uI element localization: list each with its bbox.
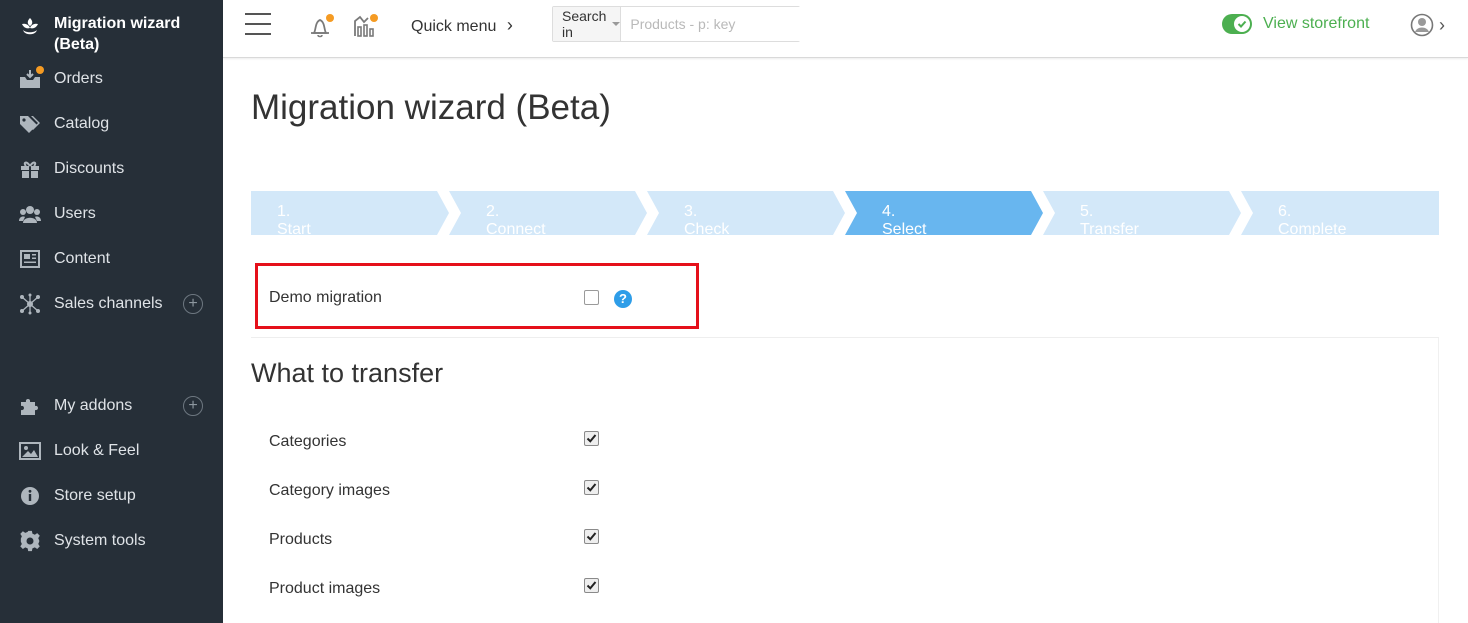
products-checkbox[interactable]	[584, 529, 599, 544]
notification-dot	[370, 14, 378, 22]
sidebar-item-label: Orders	[54, 70, 103, 87]
user-menu[interactable]: ›	[1410, 13, 1445, 37]
hamburger-menu-icon[interactable]	[245, 13, 271, 35]
gift-icon	[19, 158, 41, 180]
network-icon	[19, 293, 41, 315]
transfer-item-label: Categories	[269, 433, 347, 450]
topbar: Quick menu › Search in View storefront ›	[223, 0, 1468, 58]
transfer-row-categories: Categories	[251, 427, 1439, 457]
sidebar-header[interactable]: Migration wizard (Beta)	[0, 0, 223, 58]
step-label: 6. Complete	[1278, 203, 1347, 238]
what-to-transfer-title: What to transfer	[251, 358, 444, 388]
transfer-row-product-images: Product images	[251, 574, 1439, 604]
checkmark-icon	[586, 532, 597, 541]
transfer-item-label: Category images	[269, 482, 390, 499]
notification-dot	[326, 14, 334, 22]
sidebar-item-orders[interactable]: Orders	[0, 62, 223, 96]
categories-checkbox[interactable]	[584, 431, 599, 446]
demo-migration-row: Demo migration ?	[251, 262, 1439, 338]
demo-migration-checkbox[interactable]	[584, 290, 599, 305]
search-box: Search in	[552, 6, 812, 42]
tag-icon	[19, 113, 41, 135]
transfer-row-products: Products	[251, 525, 1439, 555]
transfer-item-label: Products	[269, 531, 333, 548]
sidebar-item-my-addons[interactable]: My addons +	[0, 389, 223, 423]
gear-icon	[19, 530, 41, 552]
users-icon	[19, 203, 41, 225]
notification-dot	[36, 66, 44, 74]
sidebar-item-label: My addons	[54, 397, 133, 414]
search-in-label: Search in	[562, 8, 607, 40]
add-sales-channel-button[interactable]: +	[183, 294, 203, 314]
sidebar-item-label: System tools	[54, 532, 146, 549]
chevron-right-icon: ›	[506, 15, 513, 35]
storefront-toggle[interactable]	[1222, 14, 1252, 34]
search-in-dropdown[interactable]: Search in	[553, 7, 622, 41]
category-images-checkbox[interactable]	[584, 480, 599, 495]
sidebar-item-label: Look & Feel	[54, 442, 140, 459]
sidebar-item-look-feel[interactable]: Look & Feel	[0, 434, 223, 468]
step-label: 2. Connect	[486, 203, 546, 238]
sidebar-title: Migration wizard (Beta)	[54, 15, 181, 53]
store-activity-icon[interactable]	[352, 13, 378, 39]
transfer-item-label: Product images	[269, 580, 381, 597]
wizard-steps: 1. Start 2. Connect 3. Check 4. Select 5…	[251, 191, 1439, 238]
caret-down-icon	[612, 22, 621, 26]
sidebar-item-label: Store setup	[54, 487, 136, 504]
sidebar-item-label: Catalog	[54, 115, 110, 132]
sidebar-item-catalog[interactable]: Catalog	[0, 107, 223, 141]
view-storefront-label: View storefront	[1263, 15, 1370, 32]
transfer-row-category-images: Category images	[251, 476, 1439, 506]
step-label: 1. Start	[277, 203, 311, 238]
page-title: Migration wizard (Beta)	[251, 88, 611, 127]
chevron-right-icon: ›	[1439, 14, 1445, 35]
sidebar: Migration wizard (Beta) Orders Catalog D…	[0, 0, 223, 623]
step-label: 4. Select	[882, 203, 927, 238]
puzzle-icon	[19, 395, 41, 417]
sidebar-item-discounts[interactable]: Discounts	[0, 152, 223, 186]
newspaper-icon	[19, 248, 41, 270]
image-icon	[19, 440, 41, 462]
logo-icon	[22, 18, 38, 35]
product-images-checkbox[interactable]	[584, 578, 599, 593]
step-label: 3. Check	[684, 203, 730, 238]
step-label: 5. Transfer	[1080, 203, 1139, 238]
sidebar-item-system-tools[interactable]: System tools	[0, 524, 223, 558]
bell-icon[interactable]	[308, 13, 334, 39]
divider	[1438, 338, 1439, 623]
checkmark-icon	[586, 483, 597, 492]
quick-menu-label: Quick menu	[411, 18, 497, 35]
user-avatar-icon	[1410, 13, 1434, 37]
sidebar-item-label: Sales channels	[54, 295, 163, 312]
add-addon-button[interactable]: +	[183, 396, 203, 416]
checkmark-icon	[586, 434, 597, 443]
sidebar-item-store-setup[interactable]: Store setup	[0, 479, 223, 513]
info-icon	[19, 485, 41, 507]
check-icon	[1234, 16, 1250, 32]
view-storefront-link[interactable]: View storefront	[1222, 14, 1369, 34]
search-input[interactable]	[621, 7, 812, 41]
demo-migration-label: Demo migration	[269, 289, 382, 306]
sidebar-item-label: Users	[54, 205, 96, 222]
sidebar-item-users[interactable]: Users	[0, 197, 223, 231]
checkmark-icon	[586, 581, 597, 590]
orders-icon	[19, 66, 44, 90]
help-icon[interactable]: ?	[614, 290, 632, 308]
sidebar-item-content[interactable]: Content	[0, 242, 223, 276]
sidebar-item-label: Discounts	[54, 160, 125, 177]
sidebar-item-sales-channels[interactable]: Sales channels +	[0, 287, 223, 321]
quick-menu-button[interactable]: Quick menu ›	[411, 15, 513, 36]
sidebar-item-label: Content	[54, 250, 111, 267]
